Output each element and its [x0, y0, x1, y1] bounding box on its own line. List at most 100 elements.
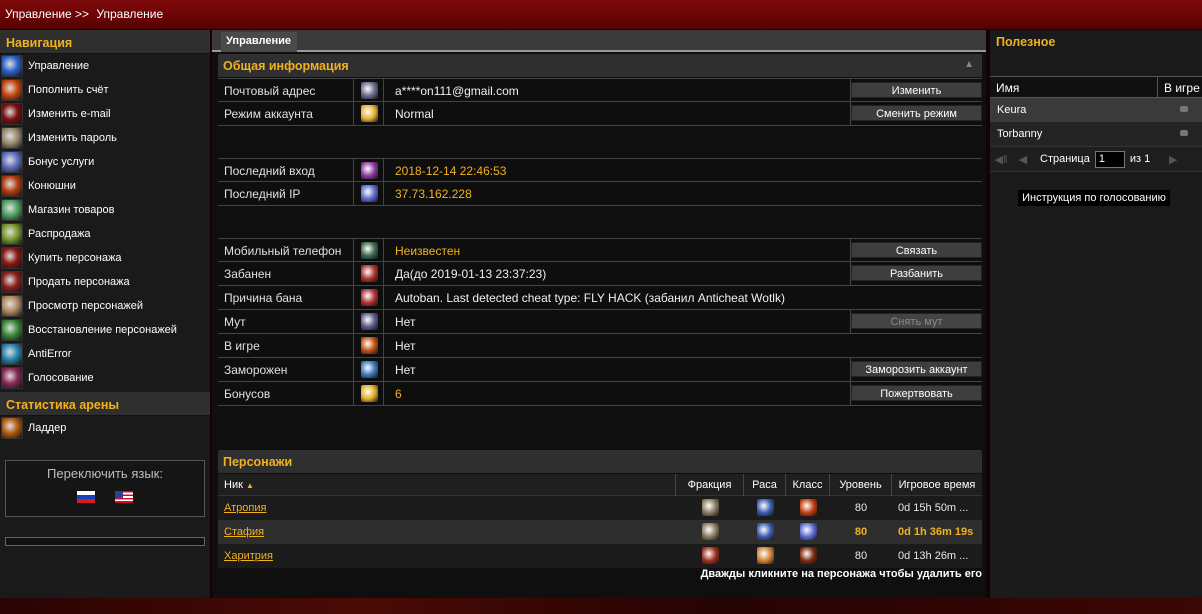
- character-level: 80: [854, 550, 868, 562]
- characters-header: Ник ▲ Фракция Раса Класс Уровень Игровое…: [218, 474, 982, 496]
- phone-button[interactable]: Связать: [851, 242, 982, 258]
- nav-item-label: Просмотр персонажей: [28, 300, 144, 312]
- frozen-button[interactable]: Заморозить аккаунт: [851, 361, 982, 377]
- bonus-button[interactable]: Пожертвовать: [851, 385, 982, 401]
- left-sidebar: Навигация Управление Пополнить счёт Измени…: [0, 30, 210, 598]
- nav-item[interactable]: Магазин товаров: [0, 198, 210, 222]
- mute-button[interactable]: Снять мут: [851, 313, 982, 329]
- sidebar-progress-bar: [5, 537, 205, 546]
- sort-asc-icon: ▲: [245, 481, 254, 490]
- bonus-label: Бонусов: [218, 382, 354, 405]
- first-page-icon[interactable]: ◀‖: [990, 153, 1012, 166]
- nav-item[interactable]: Изменить e-mail: [0, 102, 210, 126]
- nav-item-label: Ладдер: [28, 422, 67, 434]
- swords-icon: [1, 151, 23, 173]
- navigation-list: Управление Пополнить счёт Изменить e-mail И…: [0, 54, 210, 390]
- character-name-link[interactable]: Атропия: [218, 496, 676, 520]
- race-icon: [756, 499, 774, 516]
- us-flag-icon[interactable]: [115, 491, 133, 503]
- coin-icon: [360, 385, 378, 402]
- last-login-value: 2018-12-14 22:46:53: [395, 164, 507, 178]
- last-ip-row: Последний IP 37.73.162.228: [218, 182, 982, 206]
- ru-flag-icon[interactable]: [77, 491, 95, 503]
- nav-item-label: Распродажа: [28, 228, 91, 240]
- nav-item[interactable]: Голосование: [0, 366, 210, 390]
- nav-item[interactable]: Пополнить счёт: [0, 78, 210, 102]
- column-class[interactable]: Класс: [786, 474, 830, 496]
- column-playtime[interactable]: Игровое время: [892, 474, 982, 496]
- character-name-link[interactable]: Харитрия: [218, 544, 676, 568]
- character-level: 80: [854, 502, 868, 514]
- column-nick[interactable]: Ник ▲: [218, 474, 676, 496]
- nav-item[interactable]: AntiError: [0, 342, 210, 366]
- collapse-icon[interactable]: ▲: [964, 59, 974, 70]
- table-row[interactable]: Атропия 80 0d 15h 50m ...: [218, 496, 982, 520]
- ingame-row: В игре Нет: [218, 334, 982, 358]
- next-page-icon[interactable]: ▶: [1162, 153, 1184, 166]
- characters-panel: Персонажи Ник ▲ Фракция Раса Класс Урове…: [218, 450, 982, 584]
- column-level[interactable]: Уровень: [830, 474, 892, 496]
- star-icon: [360, 105, 378, 122]
- cross-icon: [1, 367, 23, 389]
- frost-icon: [360, 361, 378, 378]
- column-race[interactable]: Раса: [744, 474, 786, 496]
- prev-page-icon[interactable]: ◀: [1012, 153, 1034, 166]
- nav-item-label: Конюшни: [28, 180, 76, 192]
- online-grid-header: Имя В игре: [990, 76, 1202, 98]
- tree-icon: [1, 223, 23, 245]
- mode-value: Normal: [395, 107, 434, 121]
- class-icon: [799, 499, 817, 516]
- mute-label: Мут: [218, 310, 354, 333]
- mute-icon: [360, 313, 378, 330]
- ban-reason-label: Причина бана: [218, 286, 354, 309]
- language-label: Переключить язык:: [47, 466, 163, 481]
- breadcrumb-current: Управление: [96, 7, 164, 21]
- fire-icon: [1, 79, 23, 101]
- characters-list: Атропия 80 0d 15h 50m ... Стафия 80 0d 1h 36m…: [218, 496, 982, 568]
- nav-item[interactable]: Просмотр персонажей: [0, 294, 210, 318]
- class-icon: [799, 523, 817, 540]
- nav-item[interactable]: Купить персонажа: [0, 246, 210, 270]
- footer-strip: [0, 598, 1202, 614]
- nav-item[interactable]: Продать персонажа: [0, 270, 210, 294]
- nav-item-label: Бонус услуги: [28, 156, 95, 168]
- alliance-icon: [701, 523, 719, 540]
- ingame-label: В игре: [218, 334, 354, 357]
- mute-value: Нет: [395, 315, 416, 329]
- nav-item[interactable]: Восстановление персонажей: [0, 318, 210, 342]
- frozen-row: Заморожен Нет Заморозить аккаунт: [218, 358, 982, 382]
- table-row[interactable]: Стафия 80 0d 1h 36m 19s: [218, 520, 982, 544]
- nav-item[interactable]: Ладдер: [0, 416, 210, 440]
- email-button[interactable]: Изменить: [851, 82, 982, 98]
- list-item[interactable]: Torbanny: [990, 122, 1202, 146]
- nav-item-label: Пополнить счёт: [28, 84, 109, 96]
- general-info-title: Общая информация ▲: [218, 54, 982, 78]
- control-icon: [1, 55, 23, 77]
- page-input[interactable]: [1094, 150, 1125, 168]
- vote-instructions-button[interactable]: Инструкция по голосованию: [1018, 190, 1170, 206]
- alliance-icon: [701, 499, 719, 516]
- banned-button[interactable]: Разбанить: [851, 265, 982, 281]
- right-sidebar: Полезное Имя В игре Keura Torbanny ◀‖ ◀ …: [990, 30, 1202, 598]
- character-name-link[interactable]: Стафия: [218, 520, 676, 544]
- tab-control[interactable]: Управление: [221, 32, 297, 52]
- nav-item[interactable]: Изменить пароль: [0, 126, 210, 150]
- column-faction[interactable]: Фракция: [676, 474, 744, 496]
- table-row[interactable]: Харитрия 80 0d 13h 26m ...: [218, 544, 982, 568]
- breadcrumb-parent[interactable]: Управление >>: [5, 7, 89, 21]
- nav-item[interactable]: Конюшни: [0, 174, 210, 198]
- nav-item[interactable]: Бонус услуги: [0, 150, 210, 174]
- network-icon: [360, 185, 378, 202]
- list-item[interactable]: Keura: [990, 98, 1202, 122]
- demon-icon: [1, 103, 23, 125]
- email-row: Почтовый адрес a****on111@gmail.com Измени…: [218, 78, 982, 102]
- phone-label: Мобильный телефон: [218, 239, 354, 262]
- nav-item-label: Продать персонажа: [28, 276, 130, 288]
- mode-button[interactable]: Сменить режим: [851, 105, 982, 121]
- column-ingame[interactable]: В игре: [1158, 77, 1202, 97]
- nav-item-label: Управление: [28, 60, 90, 72]
- nav-item[interactable]: Распродажа: [0, 222, 210, 246]
- ban-reason-value: Autoban. Last detected cheat type: FLY H…: [395, 291, 785, 305]
- nav-item[interactable]: Управление: [0, 54, 210, 78]
- column-name[interactable]: Имя: [990, 77, 1158, 97]
